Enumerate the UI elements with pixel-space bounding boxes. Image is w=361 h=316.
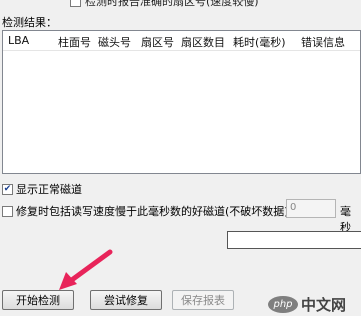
column-header-lba[interactable]: LBA	[8, 34, 29, 47]
column-header-elapsed[interactable]: 耗时(毫秒)	[233, 34, 286, 50]
results-header: LBA 柱面号 磁头号 扇区号 扇区数目 耗时(毫秒) 错误信息	[3, 31, 360, 51]
progress-bar	[227, 231, 361, 249]
results-list[interactable]: LBA 柱面号 磁头号 扇区号 扇区数目 耗时(毫秒) 错误信息	[2, 30, 361, 174]
ms-threshold-input[interactable]: 0	[286, 199, 336, 218]
accurate-sector-label: 检测时报告准确的扇区号(速度较慢)	[85, 0, 259, 8]
red-arrow-annotation	[59, 249, 113, 290]
results-label: 检测结果：	[2, 16, 57, 29]
save-report-button[interactable]: 保存报表	[172, 290, 234, 310]
accurate-sector-option[interactable]: 检测时报告准确的扇区号(速度较慢)	[70, 0, 320, 8]
try-repair-button[interactable]: 尝试修复	[90, 290, 162, 310]
watermark: php 中文网	[268, 294, 346, 315]
repair-slow-tracks-label: 修复时包括读写速度慢于此毫秒数的好磁道(不破坏数据)：	[16, 205, 300, 218]
column-header-sector[interactable]: 扇区号	[141, 34, 174, 50]
column-header-error[interactable]: 错误信息	[301, 34, 345, 50]
column-header-sector-count[interactable]: 扇区数目	[181, 34, 225, 50]
show-normal-tracks-label: 显示正常磁道	[16, 183, 82, 196]
php-logo-icon: php	[268, 296, 298, 313]
show-normal-tracks-checkbox[interactable]: ✔	[2, 183, 13, 195]
start-scan-button[interactable]: 开始检测	[2, 290, 74, 310]
column-header-head[interactable]: 磁头号	[98, 34, 131, 50]
repair-slow-tracks-option[interactable]: 修复时包括读写速度慢于此毫秒数的好磁道(不破坏数据)：	[2, 203, 300, 219]
repair-slow-tracks-checkbox[interactable]	[2, 205, 13, 217]
show-normal-tracks-option[interactable]: ✔ 显示正常磁道	[2, 181, 82, 197]
accurate-sector-checkbox[interactable]	[70, 0, 81, 7]
column-header-cylinder[interactable]: 柱面号	[58, 34, 91, 50]
watermark-text: 中文网	[301, 296, 347, 314]
